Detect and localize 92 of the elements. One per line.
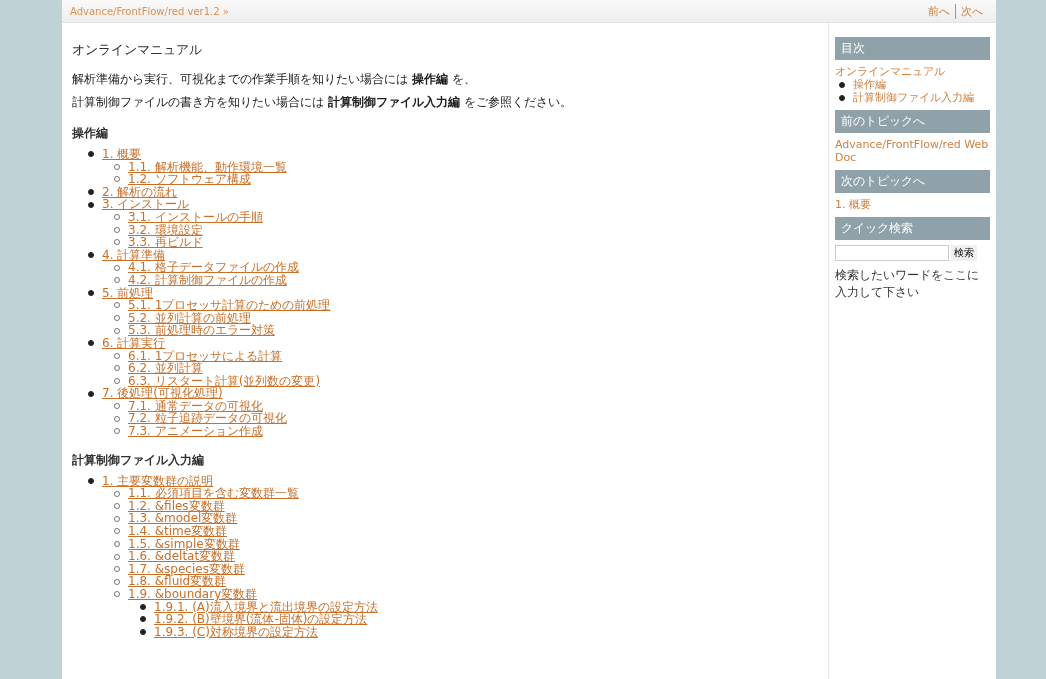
bullet-icon: [114, 490, 120, 497]
bullet-icon: [114, 277, 120, 284]
nav-link[interactable]: 次へ: [955, 3, 988, 19]
bullet-icon: [838, 94, 845, 101]
bullet-icon: [114, 163, 120, 170]
toc-link[interactable]: 1.7. &species変数群: [128, 562, 245, 576]
nav-link[interactable]: 前へ: [923, 3, 955, 19]
toc-link[interactable]: 3.3. 再ビルド: [128, 236, 203, 249]
toc-link[interactable]: 1.5. &simple変数群: [128, 537, 240, 551]
bullet-icon: [114, 515, 120, 522]
toc-link[interactable]: 5.1. 1プロセッサ計算のための前処理: [128, 299, 331, 312]
bullet-icon: [114, 302, 120, 309]
toc-link[interactable]: 1.2. &files変数群: [128, 499, 225, 513]
bullet-icon: [114, 415, 120, 422]
bullet-icon: [88, 340, 94, 347]
bullet-icon: [114, 566, 120, 573]
toc-link[interactable]: 1.9.3. (C)対称境界の設定方法: [154, 625, 318, 639]
bullet-icon: [114, 403, 120, 410]
bullet-icon: [114, 176, 120, 183]
bullet-icon: [88, 189, 94, 196]
search-field[interactable]: [834, 245, 949, 261]
bullet-icon: [114, 428, 120, 435]
bullet-icon: [88, 289, 94, 296]
bullet-icon: [114, 214, 120, 221]
toc-link[interactable]: 5. 前処理: [102, 286, 154, 300]
toc-link[interactable]: 1.1. 必須項目を含む変数群一覧: [128, 487, 299, 500]
bullet-icon: [114, 540, 120, 547]
intro-text: 解析準備から実行、可視化までの作業手順を知りたい場合には 操作編 を、: [72, 71, 477, 88]
bullet-icon: [114, 528, 120, 535]
toc-link[interactable]: 1. 概要: [102, 148, 142, 161]
toc-link[interactable]: 1.3. &model変数群: [128, 512, 238, 526]
sidebar-link[interactable]: オンラインマニュアル: [834, 65, 990, 78]
toc-link[interactable]: 4.1. 格子データファイルの作成: [128, 261, 299, 274]
sidebar-link[interactable]: Advance/FrontFlow/red Web Doc: [834, 138, 990, 164]
bullet-icon: [114, 327, 120, 334]
toc-link[interactable]: 5.3. 前処理時のエラー対策: [128, 324, 275, 337]
toc-link[interactable]: 6. 計算実行: [102, 336, 166, 350]
bullet-icon: [114, 264, 120, 271]
bullet-icon: [88, 201, 94, 208]
bullet-icon: [838, 81, 845, 88]
bullet-icon: [114, 365, 120, 372]
breadcrumb-link[interactable]: Advance/FrontFlow/red ver1.2 »: [70, 5, 229, 17]
bullet-icon: [140, 629, 146, 636]
toc-link[interactable]: 1.6. &deltat変数群: [128, 550, 236, 563]
bullet-icon: [114, 591, 120, 598]
bullet-icon: [114, 239, 120, 246]
toc-link[interactable]: 1.2. ソフトウェア構成: [128, 173, 251, 186]
sidebar-heading: 目次: [834, 37, 990, 60]
bullet-icon: [140, 616, 146, 623]
sidebar-link[interactable]: 計算制御ファイル入力編: [852, 91, 974, 104]
bullet-icon: [114, 352, 120, 359]
toc-link[interactable]: 1.9. &boundary変数群: [128, 588, 258, 601]
toc-link[interactable]: 1. 主要変数群の説明: [102, 474, 214, 488]
bullet-icon: [88, 252, 94, 259]
bullet-icon: [114, 578, 120, 585]
toc-link[interactable]: 3.2. 環境設定: [128, 223, 203, 237]
search-hint: 検索したいワードをここに入力して下さい: [834, 267, 980, 301]
toc-link[interactable]: 5.2. 並列計算の前処理: [128, 311, 251, 325]
toc-link[interactable]: 7.3. アニメーション作成: [128, 425, 263, 438]
sidebar-link[interactable]: 操作編: [852, 78, 886, 91]
toc-link[interactable]: 3.1. インストールの手順: [128, 210, 263, 224]
section-heading: 操作編: [72, 125, 109, 142]
sidebar-heading: 次のトピックへ: [834, 170, 990, 193]
toc-link[interactable]: 1.8. &fluid変数群: [128, 575, 227, 588]
toc-link[interactable]: 3. インストール: [102, 198, 190, 211]
bullet-icon: [88, 477, 94, 484]
bullet-icon: [114, 315, 120, 321]
bullet-icon: [114, 378, 120, 384]
toc-link[interactable]: 4. 計算準備: [102, 248, 166, 262]
bullet-icon: [88, 390, 94, 397]
toc-link[interactable]: 6.2. 並列計算: [128, 362, 203, 375]
toc-link[interactable]: 1.9.2. (B)壁境界(流体-固体)の設定方法: [154, 613, 368, 626]
bullet-icon: [88, 151, 94, 158]
intro-text: 計算制御ファイルの書き方を知りたい場合には 計算制御ファイル入力編 をご参照ください。: [72, 94, 573, 111]
toc-link[interactable]: 2. 解析の流れ: [102, 185, 178, 199]
toc-link[interactable]: 1.1. 解析機能、動作環境一覧: [128, 160, 287, 174]
bullet-icon: [114, 503, 120, 510]
toc-link[interactable]: 7.2. 粒子追跡データの可視化: [128, 412, 287, 426]
bullet-icon: [114, 226, 120, 233]
sidebar-link[interactable]: 1. 概要: [834, 198, 990, 211]
toc-link[interactable]: 7.1. 通常データの可視化: [128, 399, 263, 413]
toc-link[interactable]: 1.4. &time変数群: [128, 525, 228, 538]
toc-link[interactable]: 7. 後処理(可視化処理): [102, 387, 223, 400]
section-heading: 計算制御ファイル入力編: [72, 451, 205, 469]
bullet-icon: [114, 553, 120, 560]
toc-link[interactable]: 1.9.1. (A)流入境界と流出境界の設定方法: [154, 600, 378, 614]
page-title: オンラインマニュアル: [72, 41, 203, 59]
sidebar-heading: クイック検索: [834, 217, 990, 240]
sidebar-heading: 前のトピックへ: [834, 110, 990, 133]
toc-link[interactable]: 4.2. 計算制御ファイルの作成: [128, 273, 287, 287]
bullet-icon: [140, 603, 146, 610]
search-button[interactable]: 検索: [950, 245, 977, 261]
